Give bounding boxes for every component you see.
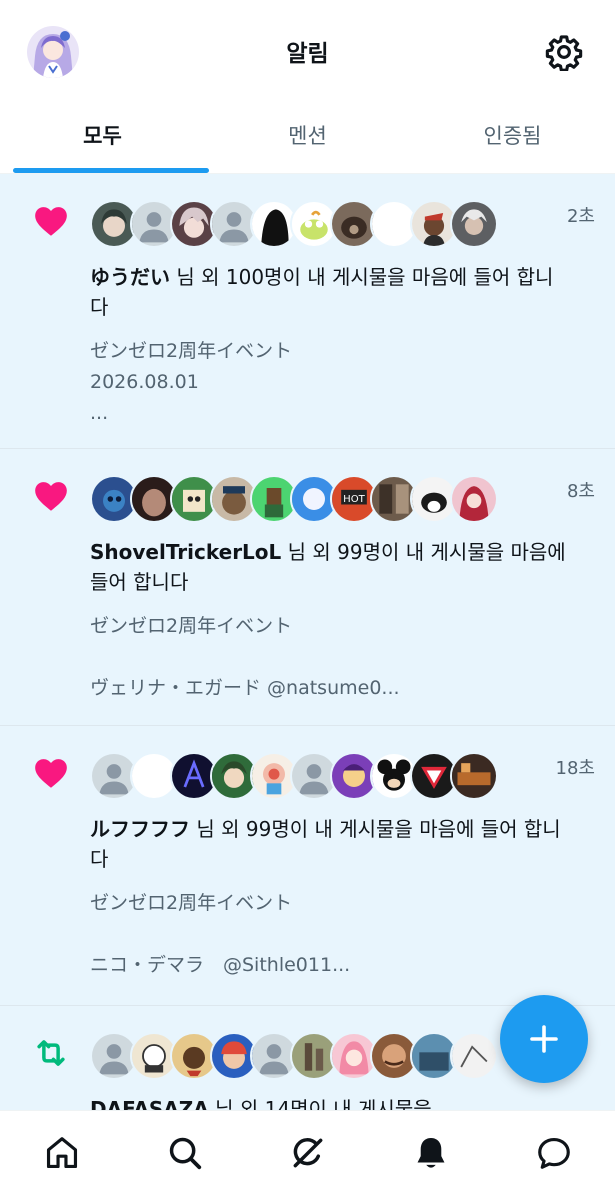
avatar[interactable] (450, 200, 498, 248)
messages-icon (537, 1137, 570, 1169)
top-app-bar: 알림 (0, 0, 615, 104)
notification-tabs: 모두 멘션 인증됨 (0, 104, 615, 174)
liker-avatars (90, 752, 595, 800)
gear-icon (545, 35, 583, 72)
search-icon (169, 1137, 201, 1169)
liker-avatars (90, 200, 595, 248)
nav-grok[interactable] (285, 1130, 331, 1176)
notification-item[interactable]: 2초 ゆうだい 님 외 100명이 내 게시물을 마음에 들어 합니다 ゼンゼロ… (0, 174, 615, 449)
grok-icon (293, 1137, 322, 1167)
liker-avatars: HOT (90, 475, 595, 523)
tab-label: 모두 (83, 124, 122, 148)
active-tab-indicator (13, 168, 209, 173)
nav-search[interactable] (162, 1130, 208, 1176)
tab-all[interactable]: 모두 (0, 104, 209, 173)
page-title: 알림 (286, 41, 329, 67)
compose-button[interactable] (500, 995, 588, 1083)
avatar[interactable] (450, 752, 498, 800)
notification-list: 2초 ゆうだい 님 외 100명이 내 게시물을 마음에 들어 합니다 ゼンゼロ… (0, 174, 615, 1110)
notification-text: ゆうだい 님 외 100명이 내 게시물을 마음에 들어 합니다 (90, 262, 570, 322)
timestamp: 8초 (566, 481, 595, 502)
nav-messages[interactable] (531, 1130, 577, 1176)
user-name[interactable]: ShovelTrickerLoL (90, 540, 281, 564)
plus-icon (530, 1025, 558, 1053)
notification-item[interactable]: 18초 ルフフフフ 님 외 99명이 내 게시물을 마음에 들어 합니다 ゼンゼ… (0, 726, 615, 1006)
notification-text: ルフフフフ 님 외 99명이 내 게시물을 마음에 들어 합니다 (90, 814, 570, 874)
retweet-icon (37, 1040, 65, 1066)
heart-icon (35, 482, 67, 511)
timestamp: 2초 (566, 206, 595, 227)
notification-text: ShovelTrickerLoL 님 외 99명이 내 게시물을 마음에 들어 … (90, 537, 570, 597)
nav-home[interactable] (39, 1130, 85, 1176)
tab-label: 인증됨 (483, 124, 542, 148)
tab-mentions[interactable]: 멘션 (205, 104, 410, 173)
user-name[interactable]: ゆうだい (90, 265, 170, 289)
avatar[interactable] (450, 475, 498, 523)
user-name[interactable]: ルフフフフ (90, 817, 190, 841)
user-name[interactable]: DAFASAZA (90, 1097, 209, 1110)
heart-icon (35, 759, 67, 788)
tab-verified[interactable]: 인증됨 (410, 104, 615, 173)
settings-button[interactable] (545, 33, 583, 72)
notification-message: 님 외 14명이 내 게시물을 (208, 1097, 432, 1110)
post-preview: ゼンゼロ2周年イベント ヴェリナ・エガード @natsume0... (90, 615, 400, 699)
avatar[interactable] (450, 1032, 498, 1080)
nav-notifications[interactable] (408, 1130, 454, 1176)
post-preview: ゼンゼロ2周年イベント ニコ・デマラ @Sithle011... (90, 892, 351, 976)
notification-text: DAFASAZA 님 외 14명이 내 게시물을 (90, 1094, 570, 1110)
notification-item[interactable]: 8초 HOT ShovelTrickerLoL 님 외 99명이 내 게시물을 … (0, 449, 615, 726)
post-preview: ゼンゼロ2周年イベント 2026.08.01 ... (90, 340, 293, 424)
tab-label: 멘션 (288, 124, 327, 148)
timestamp: 18초 (555, 758, 595, 779)
svg-text:HOT: HOT (343, 494, 366, 505)
heart-icon (35, 207, 67, 236)
notifications-bell-icon (417, 1137, 444, 1168)
bottom-navigation (0, 1110, 615, 1200)
home-icon (46, 1136, 77, 1168)
